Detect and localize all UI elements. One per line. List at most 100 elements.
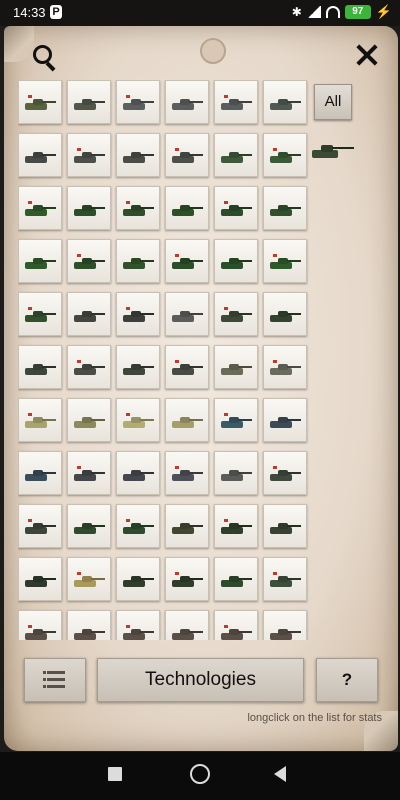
all-filter-button[interactable]: All	[314, 84, 352, 120]
tank-icon	[172, 205, 203, 217]
unit-tile[interactable]	[165, 610, 209, 640]
unit-tile[interactable]	[214, 345, 258, 389]
search-icon[interactable]	[30, 42, 60, 72]
tank-icon	[270, 148, 301, 164]
unit-tile[interactable]	[165, 239, 209, 283]
unit-tile[interactable]	[263, 345, 307, 389]
tank-icon	[270, 99, 301, 111]
tank-icon	[74, 417, 105, 429]
unit-tile[interactable]	[165, 345, 209, 389]
close-icon[interactable]	[354, 42, 380, 68]
unit-tile[interactable]	[263, 133, 307, 177]
tank-icon	[25, 413, 56, 429]
tank-icon	[74, 254, 105, 270]
tank-icon	[123, 307, 154, 323]
home-button[interactable]	[190, 764, 210, 784]
unit-tile[interactable]	[214, 398, 258, 442]
unit-tile[interactable]	[263, 80, 307, 124]
unit-tile[interactable]	[214, 292, 258, 336]
tank-icon	[172, 360, 203, 376]
unit-tile[interactable]	[18, 239, 62, 283]
tank-icon	[221, 470, 252, 482]
charging-icon: ⚡	[375, 4, 392, 19]
unit-tile[interactable]	[18, 451, 62, 495]
unit-tile[interactable]	[67, 610, 111, 640]
back-button[interactable]	[274, 766, 286, 782]
unit-tile[interactable]	[263, 239, 307, 283]
unit-grid-scroll[interactable]	[18, 80, 310, 640]
unit-tile[interactable]	[116, 292, 160, 336]
tank-icon	[221, 364, 252, 376]
unit-tile[interactable]	[165, 80, 209, 124]
unit-tile[interactable]	[214, 80, 258, 124]
tank-icon	[221, 307, 252, 323]
unit-tile[interactable]	[263, 504, 307, 548]
unit-tile[interactable]	[263, 610, 307, 640]
unit-tile[interactable]	[165, 133, 209, 177]
technologies-button[interactable]: Technologies	[97, 658, 304, 702]
unit-tile[interactable]	[18, 557, 62, 601]
tank-icon	[221, 258, 252, 270]
unit-tile[interactable]	[214, 451, 258, 495]
unit-tile[interactable]	[67, 186, 111, 230]
unit-tile[interactable]	[263, 186, 307, 230]
unit-tile[interactable]	[67, 80, 111, 124]
navigation-bar	[0, 752, 400, 800]
unit-tile[interactable]	[165, 186, 209, 230]
unit-tile[interactable]	[18, 610, 62, 640]
unit-tile[interactable]	[116, 239, 160, 283]
tank-icon	[270, 466, 301, 482]
tank-icon	[123, 470, 154, 482]
unit-tile[interactable]	[67, 292, 111, 336]
unit-tile[interactable]	[263, 292, 307, 336]
recents-button[interactable]	[108, 767, 122, 781]
unit-tile[interactable]	[214, 186, 258, 230]
unit-tile[interactable]	[214, 239, 258, 283]
tank-icon	[25, 364, 56, 376]
unit-tile[interactable]	[67, 504, 111, 548]
unit-tile[interactable]	[116, 186, 160, 230]
unit-tile[interactable]	[165, 557, 209, 601]
unit-tile[interactable]	[18, 186, 62, 230]
help-button[interactable]: ?	[316, 658, 378, 702]
tank-icon	[172, 466, 203, 482]
unit-tile[interactable]	[263, 557, 307, 601]
unit-tile[interactable]	[18, 398, 62, 442]
status-bar: 14:33 P ✱ 97 ⚡	[0, 0, 400, 26]
tank-icon	[270, 311, 301, 323]
unit-tile[interactable]	[116, 345, 160, 389]
unit-tile[interactable]	[214, 610, 258, 640]
unit-tile[interactable]	[67, 133, 111, 177]
unit-tile[interactable]	[18, 133, 62, 177]
unit-tile[interactable]	[67, 557, 111, 601]
unit-tile[interactable]	[18, 292, 62, 336]
tank-icon	[221, 201, 252, 217]
unit-tile[interactable]	[116, 133, 160, 177]
unit-tile[interactable]	[263, 398, 307, 442]
unit-tile[interactable]	[116, 451, 160, 495]
unit-tile[interactable]	[165, 451, 209, 495]
unit-tile[interactable]	[67, 239, 111, 283]
unit-tile[interactable]	[214, 133, 258, 177]
unit-tile[interactable]	[116, 398, 160, 442]
unit-tile[interactable]	[263, 451, 307, 495]
unit-tile[interactable]	[67, 345, 111, 389]
tank-icon	[123, 625, 154, 640]
unit-tile[interactable]	[67, 451, 111, 495]
unit-tile[interactable]	[116, 504, 160, 548]
unit-tile[interactable]	[18, 504, 62, 548]
unit-tile[interactable]	[18, 345, 62, 389]
unit-tile[interactable]	[165, 292, 209, 336]
tank-icon	[123, 364, 154, 376]
list-view-button[interactable]	[24, 658, 86, 702]
unit-tile[interactable]	[116, 610, 160, 640]
unit-tile[interactable]	[116, 557, 160, 601]
unit-tile[interactable]	[67, 398, 111, 442]
unit-tile[interactable]	[214, 557, 258, 601]
unit-tile[interactable]	[18, 80, 62, 124]
tank-icon	[270, 417, 301, 429]
unit-tile[interactable]	[165, 398, 209, 442]
unit-tile[interactable]	[165, 504, 209, 548]
unit-tile[interactable]	[214, 504, 258, 548]
unit-tile[interactable]	[116, 80, 160, 124]
